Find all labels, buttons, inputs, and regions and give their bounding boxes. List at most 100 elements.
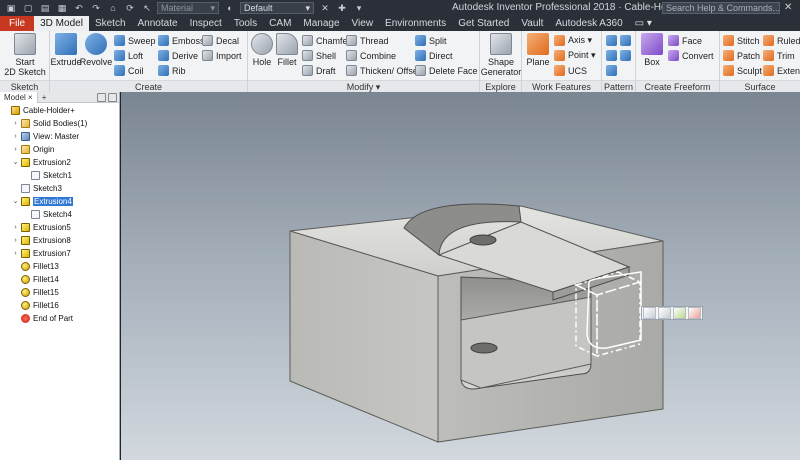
- close-icon[interactable]: ×: [28, 93, 33, 102]
- extend-button[interactable]: Extend: [763, 64, 800, 77]
- ribbon-options-icon[interactable]: ▭ ▾: [629, 16, 658, 31]
- combine-button[interactable]: Combine: [346, 49, 396, 62]
- chevron-down-icon[interactable]: ⌄: [12, 197, 19, 205]
- browser-node[interactable]: Cable-Holder+: [2, 104, 75, 116]
- point-button[interactable]: Point ▾: [554, 49, 596, 62]
- ucs-button[interactable]: UCS: [554, 64, 587, 77]
- mini-toolbar-cancel-icon[interactable]: [688, 307, 701, 319]
- thread-button[interactable]: Thread: [346, 34, 389, 47]
- convert-button[interactable]: Convert: [668, 49, 714, 62]
- measure-icon[interactable]: ✚: [335, 2, 349, 14]
- part-model[interactable]: [121, 92, 800, 460]
- axis-button[interactable]: Axis ▾: [554, 34, 592, 47]
- sculpt-button[interactable]: Sculpt: [723, 64, 762, 77]
- help-search-input[interactable]: Search Help & Commands...: [662, 2, 780, 14]
- plane-button[interactable]: Plane: [525, 33, 551, 67]
- chevron-right-icon[interactable]: ›: [12, 133, 19, 140]
- draft-button[interactable]: Draft: [302, 64, 336, 77]
- trim-button[interactable]: Trim: [763, 49, 795, 62]
- emboss-button[interactable]: Emboss: [158, 34, 205, 47]
- fillet-button[interactable]: Fillet: [275, 33, 299, 67]
- tab-environments[interactable]: Environments: [379, 16, 452, 31]
- sweep-button[interactable]: Sweep: [114, 34, 156, 47]
- patch-button[interactable]: Patch: [723, 49, 760, 62]
- appearance-dropdown[interactable]: Default ▾: [240, 2, 314, 14]
- add-browser-tab-icon[interactable]: +: [38, 93, 51, 102]
- browser-node[interactable]: Sketch1: [22, 169, 72, 181]
- browser-node[interactable]: Fillet14: [12, 273, 59, 285]
- browser-node[interactable]: › View: Master: [12, 130, 79, 142]
- shape-generator-button[interactable]: Shape Generator: [481, 33, 521, 77]
- save-icon[interactable]: ▦: [55, 2, 69, 14]
- browser-node[interactable]: › Extrusion5: [12, 221, 71, 233]
- browser-node[interactable]: Sketch4: [22, 208, 72, 220]
- split-button[interactable]: Split: [415, 34, 447, 47]
- browser-node[interactable]: Fillet13: [12, 260, 59, 272]
- select-icon[interactable]: ↖: [140, 2, 154, 14]
- chevron-right-icon[interactable]: ›: [12, 146, 19, 153]
- ruled-surface-button[interactable]: Ruled Su: [763, 34, 800, 47]
- browser-node[interactable]: Fillet16: [12, 299, 59, 311]
- browser-node[interactable]: › Origin: [12, 143, 54, 155]
- chevron-right-icon[interactable]: ›: [12, 120, 19, 127]
- undo-icon[interactable]: ↶: [72, 2, 86, 14]
- browser-node[interactable]: End of Part: [12, 312, 73, 324]
- mini-toolbar-profile-icon[interactable]: [658, 307, 671, 319]
- home-icon[interactable]: ⌂: [106, 2, 120, 14]
- tab-sketch[interactable]: Sketch: [89, 16, 132, 31]
- coil-button[interactable]: Coil: [114, 64, 144, 77]
- direct-button[interactable]: Direct: [415, 49, 453, 62]
- browser-node[interactable]: › Extrusion8: [12, 234, 71, 246]
- tab-file[interactable]: File: [0, 16, 35, 31]
- new-file-icon[interactable]: ▢: [21, 2, 35, 14]
- material-dropdown[interactable]: Material ▾: [157, 2, 219, 14]
- mini-toolbar-ok-icon[interactable]: [673, 307, 686, 319]
- tab-cam[interactable]: CAM: [263, 16, 297, 31]
- tab-vault[interactable]: Vault: [515, 16, 549, 31]
- face-button[interactable]: Face: [668, 34, 702, 47]
- shell-button[interactable]: Shell: [302, 49, 336, 62]
- browser-node[interactable]: ⌄ Extrusion2: [12, 156, 71, 168]
- derive-button[interactable]: Derive: [158, 49, 198, 62]
- graphics-viewport[interactable]: [121, 92, 800, 460]
- tab-inspect[interactable]: Inspect: [184, 16, 228, 31]
- app-menu-icon[interactable]: ▣: [4, 2, 18, 14]
- thicken-offset-button[interactable]: Thicken/ Offset: [346, 64, 420, 77]
- chamfer-button[interactable]: Chamfer: [302, 34, 351, 47]
- mirror-button[interactable]: [606, 49, 634, 62]
- customize-icon[interactable]: ▾: [352, 2, 366, 14]
- rib-button[interactable]: Rib: [158, 64, 186, 77]
- tab-3d-model[interactable]: 3D Model: [34, 16, 89, 31]
- mini-toolbar-options-icon[interactable]: [643, 307, 656, 319]
- upper-hole[interactable]: [469, 234, 497, 246]
- close-icon[interactable]: ✕: [784, 2, 792, 13]
- pattern-more-button[interactable]: [606, 64, 620, 77]
- browser-node[interactable]: Fillet15: [12, 286, 59, 298]
- open-file-icon[interactable]: ▤: [38, 2, 52, 14]
- chevron-down-icon[interactable]: ⌄: [12, 158, 19, 166]
- menu-icon[interactable]: [108, 92, 117, 102]
- clear-override-icon[interactable]: ✕: [318, 2, 332, 14]
- modify-panel-label[interactable]: Modify ▾: [248, 80, 479, 92]
- delete-face-button[interactable]: Delete Face: [415, 64, 478, 77]
- chevron-right-icon[interactable]: ›: [12, 224, 19, 231]
- tab-model[interactable]: Model ×: [0, 91, 38, 103]
- tab-annotate[interactable]: Annotate: [132, 16, 184, 31]
- tab-autodesk-a360[interactable]: Autodesk A360: [549, 16, 628, 31]
- tab-manage[interactable]: Manage: [297, 16, 345, 31]
- tab-get-started[interactable]: Get Started: [452, 16, 515, 31]
- update-icon[interactable]: ⟳: [123, 2, 137, 14]
- search-icon[interactable]: [97, 92, 106, 102]
- loft-button[interactable]: Loft: [114, 49, 143, 62]
- rectangular-pattern-button[interactable]: [606, 34, 634, 47]
- browser-node[interactable]: Sketch3: [12, 182, 62, 194]
- browser-node[interactable]: › Solid Bodies(1): [12, 117, 87, 129]
- chevron-right-icon[interactable]: ›: [12, 250, 19, 257]
- revolve-button[interactable]: Revolve: [80, 33, 112, 67]
- browser-node[interactable]: › Extrusion7: [12, 247, 71, 259]
- chevron-right-icon[interactable]: ›: [12, 237, 19, 244]
- redo-icon[interactable]: ↷: [89, 2, 103, 14]
- tab-tools[interactable]: Tools: [228, 16, 263, 31]
- import-button[interactable]: Import: [202, 49, 242, 62]
- tab-view[interactable]: View: [346, 16, 380, 31]
